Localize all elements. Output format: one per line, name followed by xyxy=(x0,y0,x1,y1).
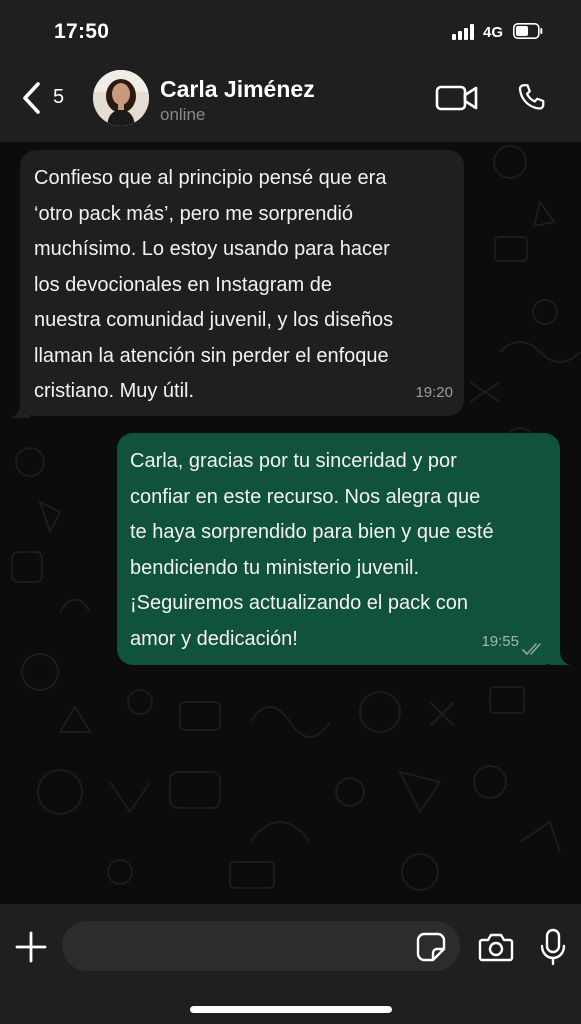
contact-status: online xyxy=(160,105,206,124)
message-text: Confieso que al principio pensé que era … xyxy=(34,167,394,402)
battery-icon xyxy=(513,23,543,39)
read-receipt-icon xyxy=(522,643,541,656)
status-time: 17:50 xyxy=(54,20,110,43)
sticker-icon xyxy=(416,932,446,962)
back-chevron-icon xyxy=(23,82,40,114)
message-time: 19:55 xyxy=(481,632,519,650)
plus-icon xyxy=(15,931,47,963)
chat-header: 5 Carla Jiménez online xyxy=(0,62,581,142)
camera-icon xyxy=(478,933,514,962)
contact-name[interactable]: Carla Jiménez xyxy=(160,76,315,103)
avatar-image xyxy=(93,70,149,126)
unread-count: 5 xyxy=(53,86,65,108)
voice-call-button[interactable] xyxy=(514,80,550,116)
microphone-icon xyxy=(540,928,566,966)
avatar[interactable] xyxy=(93,70,149,126)
phone-call-icon xyxy=(518,84,545,110)
back-button[interactable]: 5 xyxy=(20,76,72,120)
status-bar: 17:50 4G xyxy=(0,0,581,62)
sticker-button[interactable] xyxy=(416,932,446,962)
camera-button[interactable] xyxy=(478,931,514,963)
attach-button[interactable] xyxy=(14,930,48,964)
message-outgoing[interactable]: Carla, gracias por tu sinceridad y por c… xyxy=(117,433,560,665)
video-call-icon xyxy=(435,85,478,111)
home-indicator[interactable] xyxy=(190,1006,392,1013)
video-call-button[interactable] xyxy=(434,81,480,115)
voice-message-button[interactable] xyxy=(540,928,566,966)
network-type: 4G xyxy=(483,24,504,41)
message-incoming[interactable]: Confieso que al principio pensé que era … xyxy=(20,150,464,416)
signal-bars-icon xyxy=(452,24,478,40)
chat-area[interactable]: Confieso que al principio pensé que era … xyxy=(0,142,581,904)
message-composer xyxy=(0,904,581,1024)
message-time: 19:20 xyxy=(415,383,453,401)
message-input[interactable] xyxy=(62,921,460,971)
